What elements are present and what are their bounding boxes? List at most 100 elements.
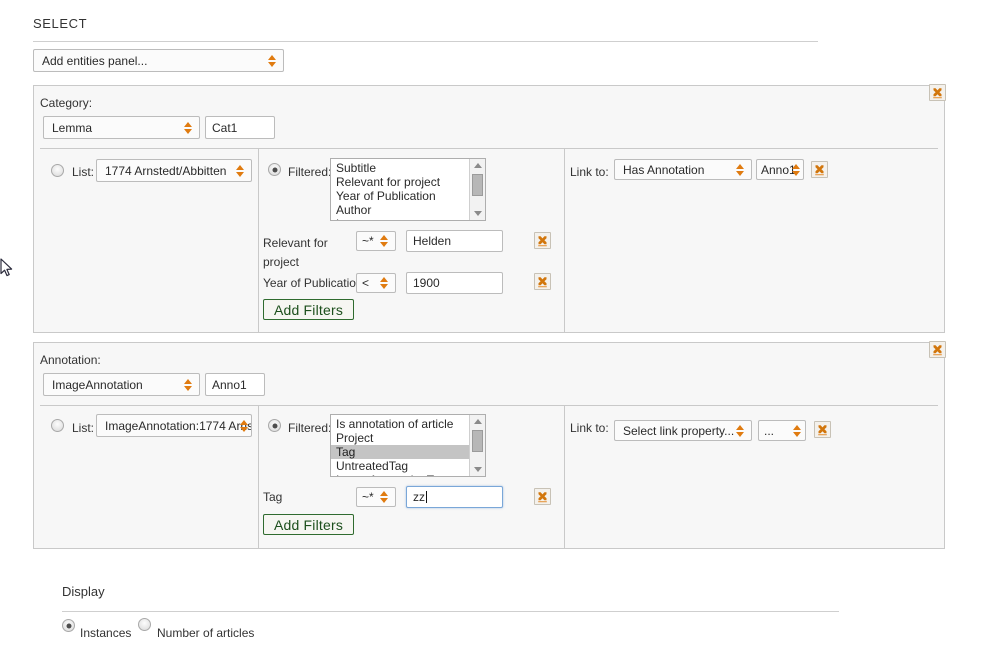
list-item[interactable]: ImageAnnotationText xyxy=(331,473,485,476)
close-panel-annotation-button[interactable] xyxy=(929,341,946,358)
scrollbar-vertical[interactable] xyxy=(469,415,485,476)
select-query-builder-page: SELECT Add entities panel... Category: L… xyxy=(0,0,998,647)
panel-annotation-filter-0-operator-value: ~* xyxy=(362,490,374,504)
close-panel-category-button[interactable] xyxy=(929,84,946,101)
panel-annotation-filter-0-value-input[interactable]: zz xyxy=(406,486,503,508)
chevron-updown-icon xyxy=(380,490,389,504)
panel-annotation-property-listbox[interactable]: Is annotation of article Project Tag Unt… xyxy=(330,414,486,477)
panel-annotation-list-select[interactable]: ImageAnnotation:1774 Arnste xyxy=(96,414,252,437)
panel-category-alias-input[interactable]: Cat1 xyxy=(205,116,275,139)
list-item[interactable]: Author xyxy=(331,203,485,217)
panel-category-add-filters-button[interactable]: Add Filters xyxy=(263,299,354,320)
panel-category-filter-1-remove-button[interactable] xyxy=(534,273,551,290)
close-x-icon xyxy=(815,165,824,176)
display-option-instances-radio[interactable] xyxy=(62,619,75,632)
list-item[interactable]: Relevant for project xyxy=(331,175,485,189)
chevron-updown-icon xyxy=(793,424,802,438)
chevron-updown-icon xyxy=(380,234,389,248)
panel-category-link-target-select[interactable]: Anno1 xyxy=(756,159,804,180)
panel-category-filter-0-remove-button[interactable] xyxy=(534,232,551,249)
close-x-icon xyxy=(538,492,547,503)
panel-annotation-type-label: Annotation: xyxy=(40,353,101,367)
page-title-divider xyxy=(33,41,818,42)
panel-category-list-label: List: xyxy=(72,165,95,179)
panel-annotation-link-target-select[interactable]: ... xyxy=(758,420,806,441)
panel-category-filter-0-operator-value: ~* xyxy=(362,234,374,248)
scroll-up-icon[interactable] xyxy=(473,163,482,168)
panel-annotation-type-select[interactable]: ImageAnnotation xyxy=(43,373,200,396)
chevron-updown-icon xyxy=(236,164,245,178)
panel-category-link-property-value: Has Annotation xyxy=(623,162,705,177)
panel-annotation-link-target-value: ... xyxy=(764,423,775,438)
panel-category-header-divider xyxy=(40,148,938,149)
panel-category-type-label: Category: xyxy=(40,96,93,110)
panel-annotation-alias-value: Anno1 xyxy=(212,377,247,392)
panel-category-property-listbox[interactable]: Subtitle Relevant for project Year of Pu… xyxy=(330,158,486,221)
mouse-cursor xyxy=(0,258,14,278)
scroll-up-icon[interactable] xyxy=(473,419,482,424)
panel-category-filter-0-name: Relevant for project xyxy=(263,236,328,269)
panel-annotation-filter-0-operator-select[interactable]: ~* xyxy=(356,487,396,507)
panel-category-list-select[interactable]: 1774 Arnstedt/Abbitten xyxy=(96,159,252,182)
panel-annotation-link-remove-button[interactable] xyxy=(814,421,831,438)
panel-category-filter-1-value-input[interactable]: 1900 xyxy=(406,272,503,294)
panel-category-filtered-radio[interactable] xyxy=(268,163,281,176)
panel-category-divider-left xyxy=(258,149,259,332)
panel-category-filter-1-value: 1900 xyxy=(413,276,440,290)
chevron-updown-icon xyxy=(736,424,745,438)
list-item-selected[interactable]: Tag xyxy=(331,445,485,459)
panel-annotation-link-property-select[interactable]: Select link property... xyxy=(614,420,752,441)
panel-annotation-filter-0-remove-button[interactable] xyxy=(534,488,551,505)
panel-category-link-remove-button[interactable] xyxy=(811,161,828,178)
panel-annotation-divider-left xyxy=(258,406,259,548)
list-item[interactable]: Project xyxy=(331,431,485,445)
panel-annotation-header-divider xyxy=(40,405,938,406)
close-x-icon xyxy=(538,236,547,247)
panel-category-type-select[interactable]: Lemma xyxy=(43,116,200,139)
panel-annotation-alias-input[interactable]: Anno1 xyxy=(205,373,265,396)
panel-category-filter-1-name: Year of Publication xyxy=(263,276,363,290)
panel-annotation-list-value: ImageAnnotation:1774 Arnste xyxy=(105,418,252,433)
list-item[interactable]: Is annotation of article xyxy=(331,417,485,431)
display-option-number-of-articles-label: Number of articles xyxy=(157,626,255,640)
panel-annotation-type-value: ImageAnnotation xyxy=(52,377,143,392)
chevron-updown-icon xyxy=(736,163,745,177)
list-item[interactable]: UntreatedTag xyxy=(331,459,485,473)
list-item[interactable]: Year of Publication xyxy=(331,189,485,203)
chevron-updown-icon xyxy=(184,121,193,135)
scroll-down-icon[interactable] xyxy=(473,467,482,472)
close-x-icon xyxy=(538,277,547,288)
panel-category-divider-right xyxy=(564,149,565,332)
scrollbar-thumb[interactable] xyxy=(472,430,483,452)
list-item[interactable]: Subtitle xyxy=(331,161,485,175)
panel-annotation-list-radio[interactable] xyxy=(51,419,64,432)
panel-category-link-property-select[interactable]: Has Annotation xyxy=(614,159,752,180)
panel-category-filter-0-operator-select[interactable]: ~* xyxy=(356,231,396,251)
panel-annotation-add-filters-button[interactable]: Add Filters xyxy=(263,514,354,535)
scrollbar-thumb[interactable] xyxy=(472,174,483,196)
panel-category-filter-1-operator-select[interactable]: < xyxy=(356,273,396,293)
scroll-down-icon[interactable] xyxy=(473,211,482,216)
panel-annotation-filtered-label: Filtered: xyxy=(288,421,332,435)
panel-category-link-label: Link to: xyxy=(570,165,609,179)
panel-category-type-value: Lemma xyxy=(52,120,93,135)
panel-category-list-radio[interactable] xyxy=(51,164,64,177)
display-section-divider xyxy=(62,611,839,612)
panel-annotation-filtered-radio[interactable] xyxy=(268,419,281,432)
scrollbar-vertical[interactable] xyxy=(469,159,485,220)
close-x-icon xyxy=(933,345,942,356)
text-caret xyxy=(426,491,427,503)
display-option-number-of-articles-radio[interactable] xyxy=(138,618,151,631)
list-item[interactable]: Language xyxy=(331,217,485,220)
chevron-updown-icon xyxy=(380,276,389,290)
panel-annotation-divider-right xyxy=(564,406,565,548)
page-title: SELECT xyxy=(33,16,88,31)
panel-category-filter-0-value-input[interactable]: Helden xyxy=(406,230,503,252)
add-entities-panel-select[interactable]: Add entities panel... xyxy=(33,49,284,72)
close-x-icon xyxy=(818,425,827,436)
chevron-updown-icon xyxy=(184,378,193,392)
panel-annotation-filter-0-name: Tag xyxy=(263,490,283,504)
add-entities-panel-value: Add entities panel... xyxy=(42,53,148,68)
panel-annotation-filter-0-value: zz xyxy=(413,490,425,504)
chevron-updown-icon xyxy=(792,163,801,177)
